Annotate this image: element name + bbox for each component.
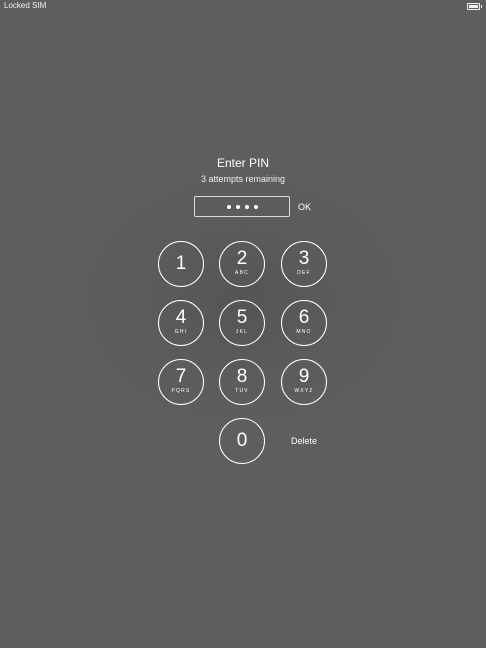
key-letters: TUV (235, 388, 249, 394)
pin-input-field[interactable] (194, 196, 290, 217)
key-2[interactable]: 2 ABC (219, 241, 265, 287)
status-bar: Locked SIM (0, 0, 486, 12)
key-digit: 9 (298, 366, 310, 387)
key-6[interactable]: 6 MNO (281, 300, 327, 346)
key-digit: 1 (175, 253, 187, 274)
key-letters: GHI (174, 329, 188, 335)
carrier-label: Locked SIM (4, 1, 47, 10)
battery-icon (467, 3, 482, 10)
key-8[interactable]: 8 TUV (219, 359, 265, 405)
key-0[interactable]: 0 (219, 418, 265, 464)
attempts-remaining-text: 3 attempts remaining (200, 174, 286, 184)
key-7[interactable]: 7 PQRS (158, 359, 204, 405)
pin-dot-icon (244, 204, 249, 209)
key-digit: 7 (175, 366, 187, 387)
key-digit: 5 (236, 307, 248, 328)
key-letters: WXYZ (294, 388, 314, 394)
key-digit: 2 (236, 248, 248, 269)
ok-button[interactable]: OK (298, 201, 311, 213)
key-digit: 0 (236, 430, 248, 451)
key-letters: JKL (235, 329, 249, 335)
key-9[interactable]: 9 WXYZ (281, 359, 327, 405)
pin-dot-icon (226, 204, 231, 209)
key-1[interactable]: 1 (158, 241, 204, 287)
key-digit: 8 (236, 366, 248, 387)
pin-dot-icon (253, 204, 258, 209)
key-letters: DEF (297, 270, 311, 276)
key-letters: MNO (296, 329, 312, 335)
key-5[interactable]: 5 JKL (219, 300, 265, 346)
delete-button[interactable]: Delete (291, 435, 317, 447)
key-letters: PQRS (171, 388, 191, 394)
key-3[interactable]: 3 DEF (281, 241, 327, 287)
key-4[interactable]: 4 GHI (158, 300, 204, 346)
pin-dot-icon (235, 204, 240, 209)
key-digit: 3 (298, 248, 310, 269)
key-digit: 4 (175, 307, 187, 328)
pin-prompt-title: Enter PIN (216, 156, 270, 170)
key-digit: 6 (298, 307, 310, 328)
key-letters: ABC (235, 270, 249, 276)
